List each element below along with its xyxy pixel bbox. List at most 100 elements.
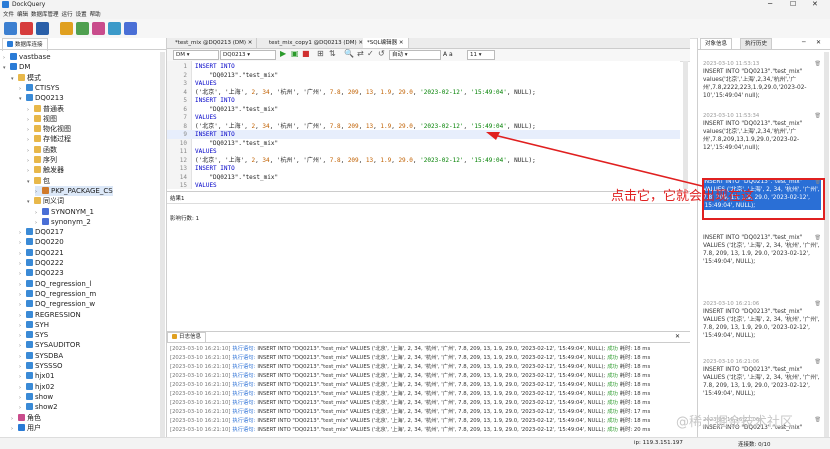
history-scrollbar[interactable] [824,52,829,437]
tree-item[interactable]: ▾ 模式 [11,73,41,83]
minimize-icon[interactable]: ─ [768,0,772,8]
tree-item[interactable]: › 视图 [27,114,57,124]
tree-item[interactable]: › SYNONYM_1 [35,207,94,217]
tree-item[interactable]: › 角色 [11,413,41,423]
menu-item[interactable]: 文件 [3,10,14,18]
rollback-icon[interactable]: ↺ [378,49,385,58]
tree-item[interactable]: › 用户 [11,423,41,433]
run-icon[interactable]: ▶ [280,49,286,58]
delete-icon[interactable]: 🗑 [815,416,821,424]
tree-item[interactable]: › REGRESSION [19,310,81,320]
tree-item[interactable]: › SYH [19,320,49,330]
menu-item[interactable]: 运行 [62,10,73,18]
tree-item[interactable]: ▾ 同义词 [27,196,64,206]
chevron-down-icon[interactable]: ▾ [19,94,26,104]
tree-item[interactable]: ▾ DQ0213 [19,93,64,103]
history-item[interactable]: 2023-03-10 11:53:34 🗑 INSERT INTO "DQ0213"… [703,112,821,152]
sql-editor-icon[interactable] [60,22,73,35]
log-close-icon[interactable]: ✕ [675,333,680,340]
delete-icon[interactable]: 🗑 [815,300,821,308]
tree-item[interactable]: › DQ_regression_l [19,279,91,289]
tab-close-icon[interactable]: ✕ [397,40,404,46]
export-icon[interactable] [108,22,121,35]
editor-tab[interactable]: test_mix_copy1 @DQ0213 (DM) ✕ [265,38,369,48]
menu-item[interactable]: 编辑 [17,10,28,18]
tree-item[interactable]: › PKP_PACKAGE_CS [35,185,113,196]
right-minimize-icon[interactable]: ─ [802,39,806,46]
delete-icon[interactable]: 🗑 [815,358,821,366]
tree-item[interactable]: › 函数 [27,145,57,155]
tree-item[interactable]: › DQ_regression_w [19,299,95,309]
font-label[interactable]: A a [443,51,453,58]
new-connection-icon[interactable] [4,22,17,35]
chevron-down-icon[interactable]: ▾ [3,63,10,73]
history-item[interactable]: 2023-03-10 16:21:06 🗑 INSERT INTO "DQ0213"… [703,358,821,398]
tree-item[interactable]: › show2 [19,402,58,412]
font-size-select[interactable]: 11 ▾ [467,50,495,60]
explain-icon[interactable]: ⊞ [317,49,324,58]
disconnect-icon[interactable] [20,22,33,35]
menu-item[interactable]: 设置 [76,10,87,18]
tree-item[interactable]: › SYSDBA [19,351,63,361]
editor-tab[interactable]: *SQL编辑器 ✕ [363,38,409,48]
chevron-down-icon[interactable]: ▾ [27,177,34,187]
tree-item[interactable]: › 存储过程 [27,134,71,144]
log-tab[interactable]: 日志信息 [167,332,207,342]
tree-item[interactable]: ▾ 包 [27,176,50,186]
table-icon[interactable] [76,22,89,35]
history-item[interactable]: 🗑 INSERT INTO "DQ0213"."test_mix" VALUES … [703,234,821,266]
tree-item[interactable]: › SYSSSO [19,361,63,371]
tree-item[interactable]: › show [19,392,53,402]
tree-item[interactable]: › hjx02 [19,382,54,392]
tree-item[interactable]: › 物化视图 [27,124,71,134]
db-select[interactable]: DM ▾ [173,50,219,60]
commit-icon[interactable]: ✓ [367,49,374,58]
tree-item[interactable]: › 触发器 [27,165,64,175]
tree-item[interactable]: › 普通表 [27,104,64,114]
tree-item[interactable]: › synonym_2 [35,217,91,227]
maximize-icon[interactable]: ☐ [790,0,796,8]
tree-item[interactable]: › DQ0221 [19,248,64,258]
format-icon[interactable]: ⇅ [329,49,336,58]
tree-item[interactable]: › DQ0222 [19,258,64,268]
tree-item[interactable]: › hjx01 [19,371,54,381]
result-tab[interactable]: 结果1 [170,194,185,202]
database-icon[interactable] [36,22,49,35]
delete-icon[interactable]: 🗑 [815,112,821,120]
tree-item[interactable]: › DQ_regression_m [19,289,96,299]
tools-icon[interactable] [92,22,105,35]
tab-close-icon[interactable]: ✕ [246,40,253,46]
tab-object-info[interactable]: 对象信息 [700,38,733,49]
history-item[interactable]: 2023-03-10 11:53:13 🗑 INSERT INTO "DQ0213"… [703,60,821,100]
stop-icon[interactable]: ■ [302,49,310,58]
editor-tab[interactable]: *test_mix @DQ0213 (DM) ✕ [171,38,258,48]
chevron-down-icon[interactable]: ▾ [11,74,18,84]
settings-icon[interactable] [124,22,137,35]
history-item[interactable]: 2023-03-10 16:21:06 🗑 INSERT INTO "DQ0213"… [703,300,821,340]
tree-scrollbar[interactable] [160,52,165,438]
commit-mode-select[interactable]: 自动 ▾ [389,50,441,60]
chevron-down-icon[interactable]: ▾ [27,197,34,207]
close-icon[interactable]: ✕ [812,0,818,8]
wrap-icon[interactable]: ⇄ [357,49,364,58]
schema-select[interactable]: DQ0213 ▾ [220,50,276,60]
tree-item[interactable]: › 序列 [27,155,57,165]
chevron-right-icon[interactable]: › [11,424,18,434]
delete-icon[interactable]: 🗑 [815,234,821,242]
tree-item[interactable]: › SYSAUDITOR [19,340,80,350]
tab-exec-history[interactable]: 执行历史 [740,38,773,49]
delete-icon[interactable]: 🗑 [815,60,821,68]
tree-item[interactable]: › CTISYS [19,83,59,93]
tree-item[interactable]: › SYS [19,330,48,340]
right-close-icon[interactable]: ✕ [816,39,821,46]
tree-item[interactable]: › vastbase [3,52,51,62]
search-icon[interactable]: 🔍 [344,49,354,58]
menu-item[interactable]: 数据库管理 [31,10,59,18]
run-selected-icon[interactable]: ▣ [291,49,299,58]
tree-item[interactable]: ▾ DM [3,62,30,72]
tree-item[interactable]: › DQ0220 [19,237,64,247]
tree-item[interactable]: › DQ0217 [19,227,64,237]
tree-item[interactable]: › DQ0223 [19,268,64,278]
menu-item[interactable]: 帮助 [90,10,101,18]
tree-item-label: DM [19,63,31,72]
